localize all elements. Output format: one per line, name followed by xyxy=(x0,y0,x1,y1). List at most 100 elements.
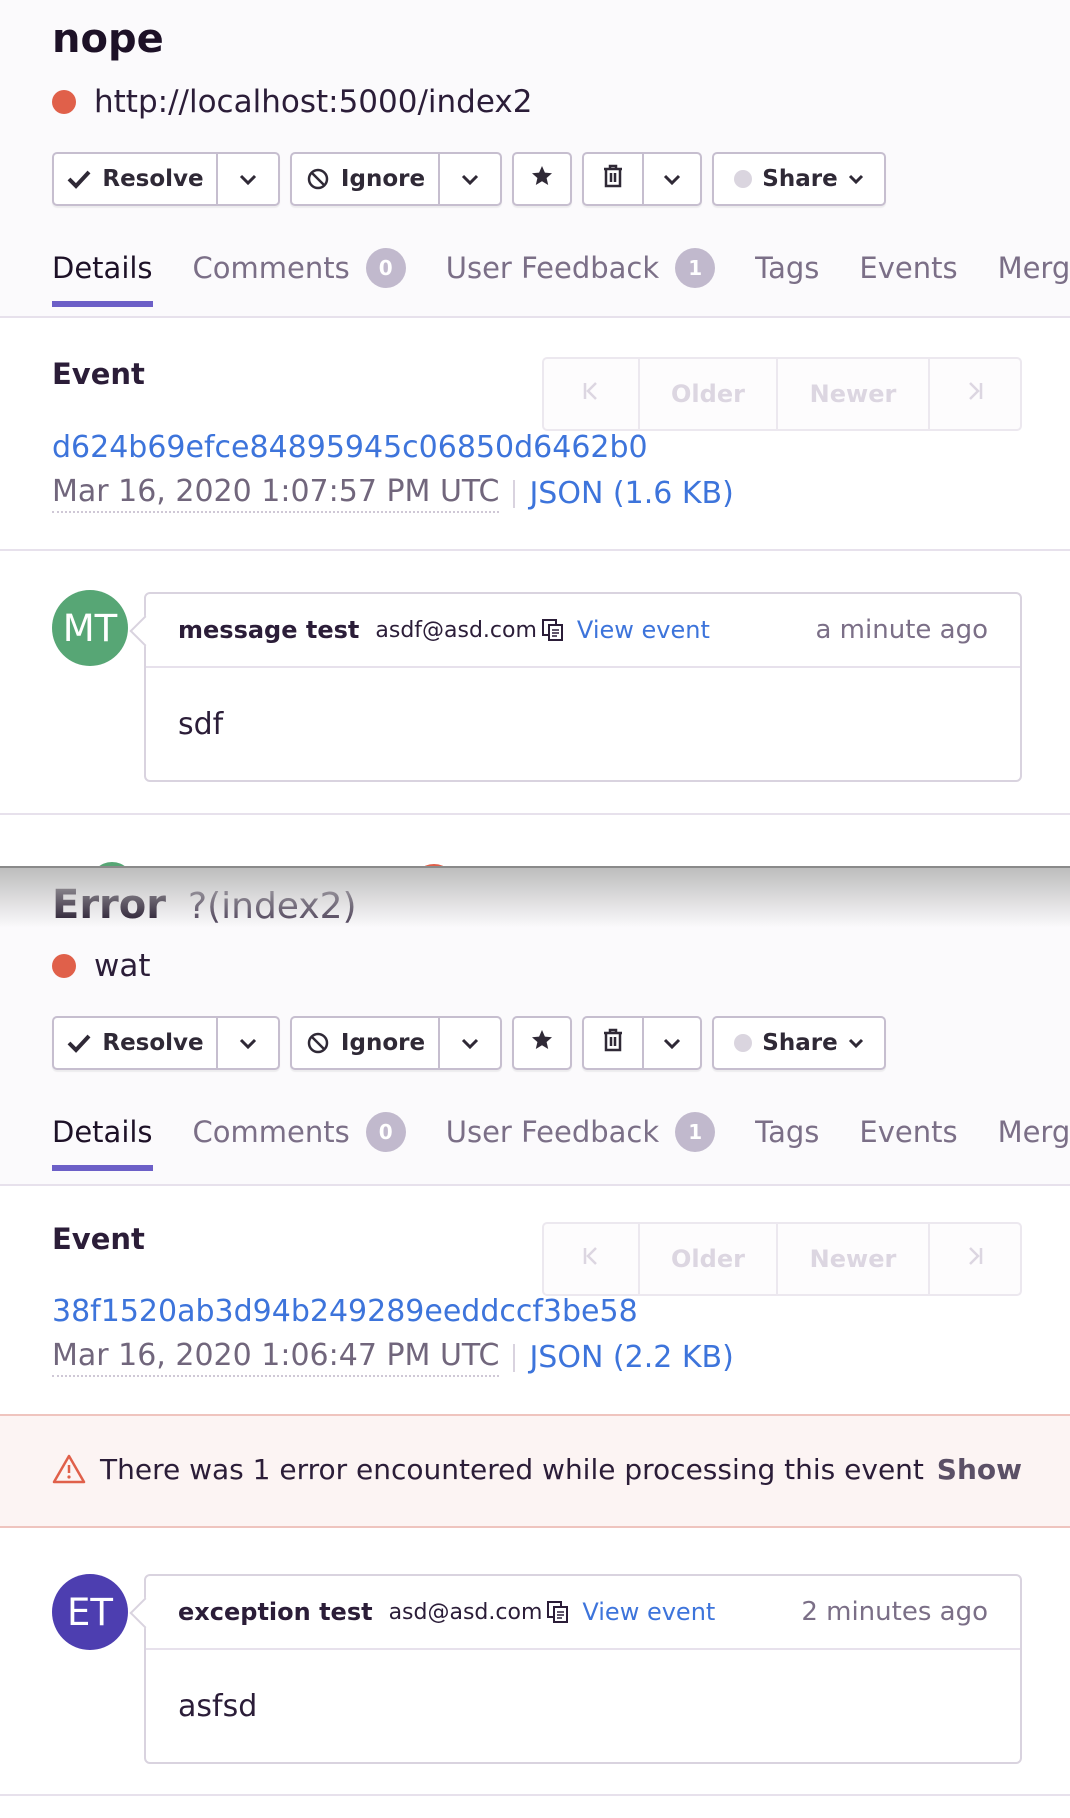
ignore-button[interactable]: Ignore xyxy=(292,1018,438,1068)
older-event-button[interactable]: Older xyxy=(638,1224,776,1294)
trash-icon xyxy=(602,1028,624,1058)
ignore-button-group: Ignore xyxy=(290,152,502,206)
event-date: Mar 16, 2020 1:07:57 PM UTC xyxy=(52,474,500,513)
ignore-icon xyxy=(305,1030,331,1056)
level-error-indicator xyxy=(52,954,76,978)
copy-icon[interactable] xyxy=(546,1600,570,1624)
json-link[interactable]: JSON (1.6 KB) xyxy=(529,476,733,511)
resolve-button[interactable]: Resolve xyxy=(54,154,216,204)
tab-user-feedback[interactable]: User Feedback 1 xyxy=(446,1108,716,1156)
section-divider xyxy=(0,813,1070,815)
copy-icon[interactable] xyxy=(541,618,565,642)
resolve-label: Resolve xyxy=(102,166,204,192)
issue-tabs: Details Comments 0 User Feedback 1 Tags Ev… xyxy=(52,1108,1070,1171)
tab-events[interactable]: Events xyxy=(859,1108,957,1156)
newer-event-button[interactable]: Newer xyxy=(776,359,928,429)
comments-count-badge: 0 xyxy=(365,248,406,288)
delete-options-button[interactable] xyxy=(642,1018,700,1068)
issue-panel-nope: nope http://localhost:5000/index2 Resolv… xyxy=(0,0,1070,866)
event-meta: Mar 16, 2020 1:07:57 PM UTC JSON (1.6 KB… xyxy=(52,474,734,513)
ignore-icon xyxy=(305,166,331,192)
tab-user-feedback[interactable]: User Feedback 1 xyxy=(446,244,716,292)
share-button[interactable]: Share xyxy=(714,154,884,204)
feedback-user-email: asd@asd.com xyxy=(388,1599,543,1625)
first-event-button[interactable] xyxy=(544,1224,638,1294)
feedback-time: 2 minutes ago xyxy=(801,1597,988,1627)
delete-button[interactable] xyxy=(584,1018,642,1068)
delete-options-button[interactable] xyxy=(642,154,700,204)
tab-events[interactable]: Events xyxy=(859,244,957,292)
ignore-label: Ignore xyxy=(340,166,426,192)
last-event-button[interactable] xyxy=(928,1224,1020,1294)
event-heading: Event xyxy=(52,357,145,391)
chevron-down-icon xyxy=(239,166,257,192)
json-link[interactable]: JSON (2.2 KB) xyxy=(529,1340,733,1375)
star-icon xyxy=(530,164,554,194)
chevron-down-icon xyxy=(461,1030,479,1056)
issue-culprit: wat xyxy=(94,948,151,984)
event-date: Mar 16, 2020 1:06:47 PM UTC xyxy=(52,1338,500,1377)
tab-details[interactable]: Details xyxy=(52,244,153,307)
bookmark-button[interactable] xyxy=(514,154,570,204)
feedback-header: message test asdf@asd.com View event a m… xyxy=(146,594,1020,668)
share-button[interactable]: Share xyxy=(714,1018,884,1068)
delete-button-group xyxy=(582,1016,702,1070)
feedback-user-name: message test xyxy=(178,616,360,644)
issue-culprit: http://localhost:5000/index2 xyxy=(94,84,533,120)
chevron-down-icon xyxy=(663,1030,681,1056)
tab-tags[interactable]: Tags xyxy=(755,1108,819,1156)
bookmark-button-group xyxy=(512,152,572,206)
ignore-button[interactable]: Ignore xyxy=(292,154,438,204)
issue-title-row: Error ?(index2) xyxy=(52,882,357,928)
user-feedback-count-badge: 1 xyxy=(675,1112,716,1152)
tab-label: Tags xyxy=(755,1115,820,1149)
user-feedback-card: exception test asd@asd.com View event 2 … xyxy=(144,1574,1022,1764)
delete-button[interactable] xyxy=(584,154,642,204)
ignore-options-button[interactable] xyxy=(438,154,500,204)
older-event-button[interactable]: Older xyxy=(638,359,776,429)
meta-separator xyxy=(513,1343,516,1372)
tab-comments[interactable]: Comments 0 xyxy=(193,1108,406,1156)
issue-actions: Resolve Ignore Share xyxy=(52,152,896,206)
event-pager: Older Newer xyxy=(542,357,1022,431)
issue-title: nope xyxy=(52,16,164,62)
first-page-icon xyxy=(581,1245,601,1273)
tab-details[interactable]: Details xyxy=(52,1108,153,1171)
tab-label: Details xyxy=(52,251,153,285)
resolve-button[interactable]: Resolve xyxy=(54,1018,216,1068)
ignore-options-button[interactable] xyxy=(438,1018,500,1068)
first-event-button[interactable] xyxy=(544,359,638,429)
tab-label: Comments xyxy=(192,1115,350,1149)
processing-error-banner: There was 1 error encountered while proc… xyxy=(0,1414,1070,1528)
newer-event-button[interactable]: Newer xyxy=(776,1224,928,1294)
event-pager: Older Newer xyxy=(542,1222,1022,1296)
tab-merged[interactable]: Merged xyxy=(998,1108,1070,1156)
resolve-options-button[interactable] xyxy=(216,1018,278,1068)
tab-merged[interactable]: Merged xyxy=(998,244,1070,292)
event-id-link[interactable]: 38f1520ab3d94b249289eeddccf3be58 xyxy=(52,1294,638,1329)
event-id-link[interactable]: d624b69efce84895945c06850d6462b0 xyxy=(52,430,648,465)
tab-label: Merged xyxy=(997,1115,1070,1149)
avatar: ET xyxy=(52,1574,128,1650)
share-button-group: Share xyxy=(712,152,886,206)
issue-tabs: Details Comments 0 User Feedback 1 Tags Ev… xyxy=(52,244,1070,307)
bookmark-button[interactable] xyxy=(514,1018,570,1068)
view-event-link[interactable]: View event xyxy=(577,616,710,644)
view-event-link[interactable]: View event xyxy=(582,1598,715,1626)
feedback-user-name: exception test xyxy=(178,1598,373,1626)
tab-comments[interactable]: Comments 0 xyxy=(193,244,406,292)
tab-tags[interactable]: Tags xyxy=(755,244,819,292)
tab-label: Events xyxy=(859,251,958,285)
feedback-header: exception test asd@asd.com View event 2 … xyxy=(146,1576,1020,1650)
resolve-label: Resolve xyxy=(102,1030,204,1056)
resolve-options-button[interactable] xyxy=(216,154,278,204)
issue-panel-error: Error ?(index2) wat Resolve Ignore Share… xyxy=(0,866,1070,1818)
issue-header: nope http://localhost:5000/index2 Resolv… xyxy=(0,0,1070,318)
last-event-button[interactable] xyxy=(928,359,1020,429)
show-errors-button[interactable]: Show xyxy=(937,1453,1022,1486)
tab-label: Events xyxy=(859,1115,958,1149)
tab-label: Merged xyxy=(997,251,1070,285)
last-page-icon xyxy=(965,1245,985,1273)
share-label: Share xyxy=(762,1030,838,1056)
resolve-button-group: Resolve xyxy=(52,1016,280,1070)
